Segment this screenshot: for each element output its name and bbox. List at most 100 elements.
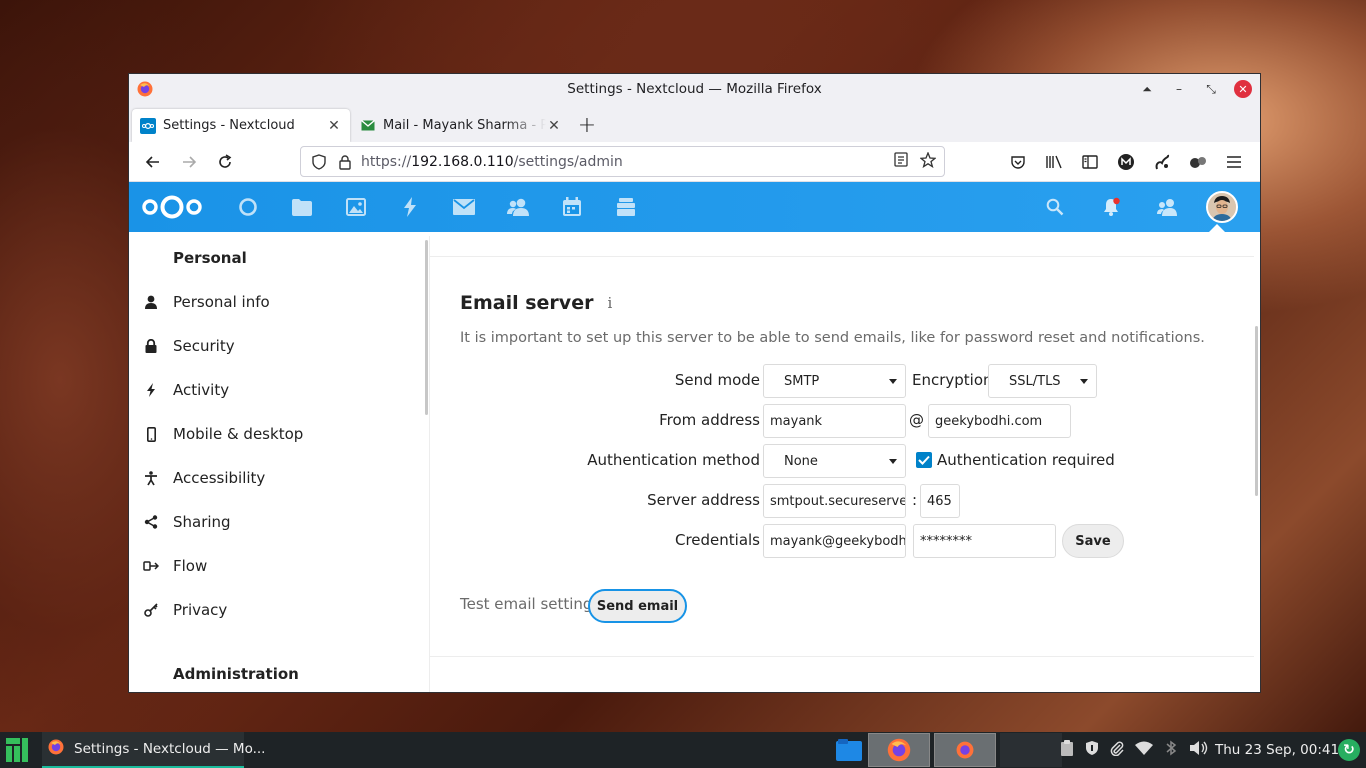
encryption-select[interactable]: SSL/TLS — [988, 364, 1097, 398]
sidebar-item-label: Activity — [173, 381, 230, 399]
section-description: It is important to set up this server to… — [460, 330, 1205, 346]
dashboard-icon[interactable] — [231, 190, 265, 224]
photos-icon[interactable] — [339, 190, 373, 224]
server-port-input[interactable]: 465 — [920, 484, 960, 518]
firefox-icon — [48, 739, 64, 759]
sidebar-item-privacy[interactable]: Privacy — [129, 588, 429, 632]
wifi-icon[interactable] — [1135, 741, 1153, 759]
chevron-down-icon — [889, 459, 897, 464]
credentials-password-value: ******** — [920, 533, 972, 549]
sidebar-item-sharing[interactable]: Sharing — [129, 500, 429, 544]
sidebar-item-label: Flow — [173, 557, 208, 575]
contacts-menu-icon[interactable] — [1150, 190, 1184, 224]
sidebar-item-activity[interactable]: Activity — [129, 368, 429, 412]
sidebar-item-label: Personal info — [173, 293, 270, 311]
auth-required-label[interactable]: Authentication required — [937, 451, 1115, 469]
tab-strip: Settings - Nextcloud ✕ Mail - Mayank Sha… — [129, 104, 1260, 142]
reload-icon[interactable] — [209, 146, 241, 178]
new-tab-icon[interactable]: + — [572, 109, 602, 142]
save-button[interactable]: Save — [1062, 524, 1124, 558]
credentials-user-input[interactable]: mayank@geekybodhi. — [763, 524, 906, 558]
send-mode-label: Send mode — [674, 371, 760, 389]
back-icon[interactable] — [137, 146, 169, 178]
close-window-icon[interactable]: ✕ — [1234, 80, 1252, 98]
sidebar-item-mobile-desktop[interactable]: Mobile & desktop — [129, 412, 429, 456]
notifications-bell-icon[interactable] — [1094, 190, 1128, 224]
file-manager-icon[interactable] — [834, 733, 864, 767]
user-icon — [129, 295, 173, 309]
reader-view-icon[interactable] — [894, 151, 908, 172]
taskbar: Settings - Nextcloud — Mo... Thu 23 Sep,… — [0, 732, 1366, 768]
server-host-input[interactable]: smtpout.secureserver. — [763, 484, 906, 518]
sidebar-toggle-icon[interactable] — [1074, 146, 1106, 178]
security-shield-icon[interactable] — [1085, 740, 1099, 760]
sidebar-item-security[interactable]: Security — [129, 324, 429, 368]
send-email-button[interactable]: Send email — [588, 589, 687, 623]
main-scrollbar[interactable] — [1255, 326, 1258, 496]
taskbar-task-firefox[interactable]: Settings - Nextcloud — Mo... — [42, 732, 265, 768]
clipboard-icon[interactable] — [1060, 739, 1074, 761]
lock-warning-icon[interactable] — [335, 154, 355, 170]
tab-settings-nextcloud[interactable]: Settings - Nextcloud ✕ — [132, 109, 350, 142]
desktop-pager-3[interactable] — [1000, 733, 1062, 767]
desktop-pager-1[interactable] — [868, 733, 930, 767]
extension-gnome-icon[interactable] — [1146, 146, 1178, 178]
from-domain-value: geekybodhi.com — [935, 413, 1043, 429]
settings-main: Email server i It is important to set up… — [429, 236, 1260, 692]
credentials-label: Credentials — [674, 531, 760, 549]
send-mode-value: SMTP — [784, 373, 820, 389]
contacts-icon[interactable] — [501, 190, 535, 224]
search-icon[interactable] — [1038, 190, 1072, 224]
auth-method-value: None — [784, 453, 818, 469]
clock[interactable]: Thu 23 Sep, 00:41 — [1215, 732, 1339, 768]
manjaro-menu-icon[interactable] — [0, 732, 36, 768]
deck-icon[interactable] — [609, 190, 643, 224]
close-tab-icon[interactable]: ✕ — [326, 118, 342, 134]
bluetooth-off-icon[interactable] — [1164, 740, 1178, 760]
tracking-shield-icon[interactable] — [309, 153, 329, 170]
nextcloud-logo-icon[interactable] — [141, 194, 203, 220]
bookmark-star-icon[interactable] — [919, 150, 937, 172]
pocket-icon[interactable] — [1002, 146, 1034, 178]
section-email-server: Email server i — [460, 292, 612, 314]
library-icon[interactable] — [1038, 146, 1070, 178]
auth-method-label: Authentication method — [587, 451, 760, 469]
share-icon — [129, 515, 173, 529]
activity-icon[interactable] — [393, 190, 427, 224]
tab-mail[interactable]: Mail - Mayank Sharma - Pro ✕ — [352, 109, 570, 142]
window-title: Settings - Nextcloud — Mozilla Firefox — [567, 81, 822, 97]
mail-icon[interactable] — [447, 190, 481, 224]
from-user-input[interactable]: mayank — [763, 404, 906, 438]
sidebar-scrollbar[interactable] — [425, 240, 428, 415]
send-mode-select[interactable]: SMTP — [763, 364, 906, 398]
auth-required-checkbox[interactable] — [916, 452, 932, 468]
calendar-icon[interactable] — [555, 190, 589, 224]
auth-method-select[interactable]: None — [763, 444, 906, 478]
key-icon — [129, 603, 173, 617]
forward-icon[interactable] — [173, 146, 205, 178]
update-notifier-icon[interactable]: ↻ — [1338, 739, 1360, 761]
minimize-icon[interactable]: – — [1170, 80, 1188, 98]
restore-icon[interactable]: ⤡ — [1202, 80, 1220, 98]
divider — [430, 656, 1254, 657]
keep-above-icon[interactable]: ⏶ — [1138, 80, 1156, 98]
extension-puzzle-icon[interactable] — [1182, 146, 1214, 178]
taskbar-task-label: Settings - Nextcloud — Mo... — [74, 741, 266, 757]
sidebar-item-flow[interactable]: Flow — [129, 544, 429, 588]
sidebar-item-label: Security — [173, 337, 235, 355]
close-tab-icon[interactable]: ✕ — [546, 118, 562, 134]
desktop-pager-2[interactable] — [934, 733, 996, 767]
extension-m-icon[interactable] — [1110, 146, 1142, 178]
attachment-icon[interactable] — [1110, 740, 1124, 760]
url-bar[interactable]: https://192.168.0.110/settings/admin — [300, 146, 945, 177]
files-icon[interactable] — [285, 190, 319, 224]
tab-label: Settings - Nextcloud — [163, 118, 295, 133]
volume-icon[interactable] — [1189, 740, 1209, 760]
sidebar-item-personal-info[interactable]: Personal info — [129, 280, 429, 324]
avatar[interactable] — [1206, 191, 1238, 223]
from-domain-input[interactable]: geekybodhi.com — [928, 404, 1071, 438]
credentials-password-input[interactable]: ******** — [913, 524, 1056, 558]
app-menu-icon[interactable] — [1218, 146, 1250, 178]
sidebar-item-accessibility[interactable]: Accessibility — [129, 456, 429, 500]
info-icon[interactable]: i — [607, 294, 612, 312]
